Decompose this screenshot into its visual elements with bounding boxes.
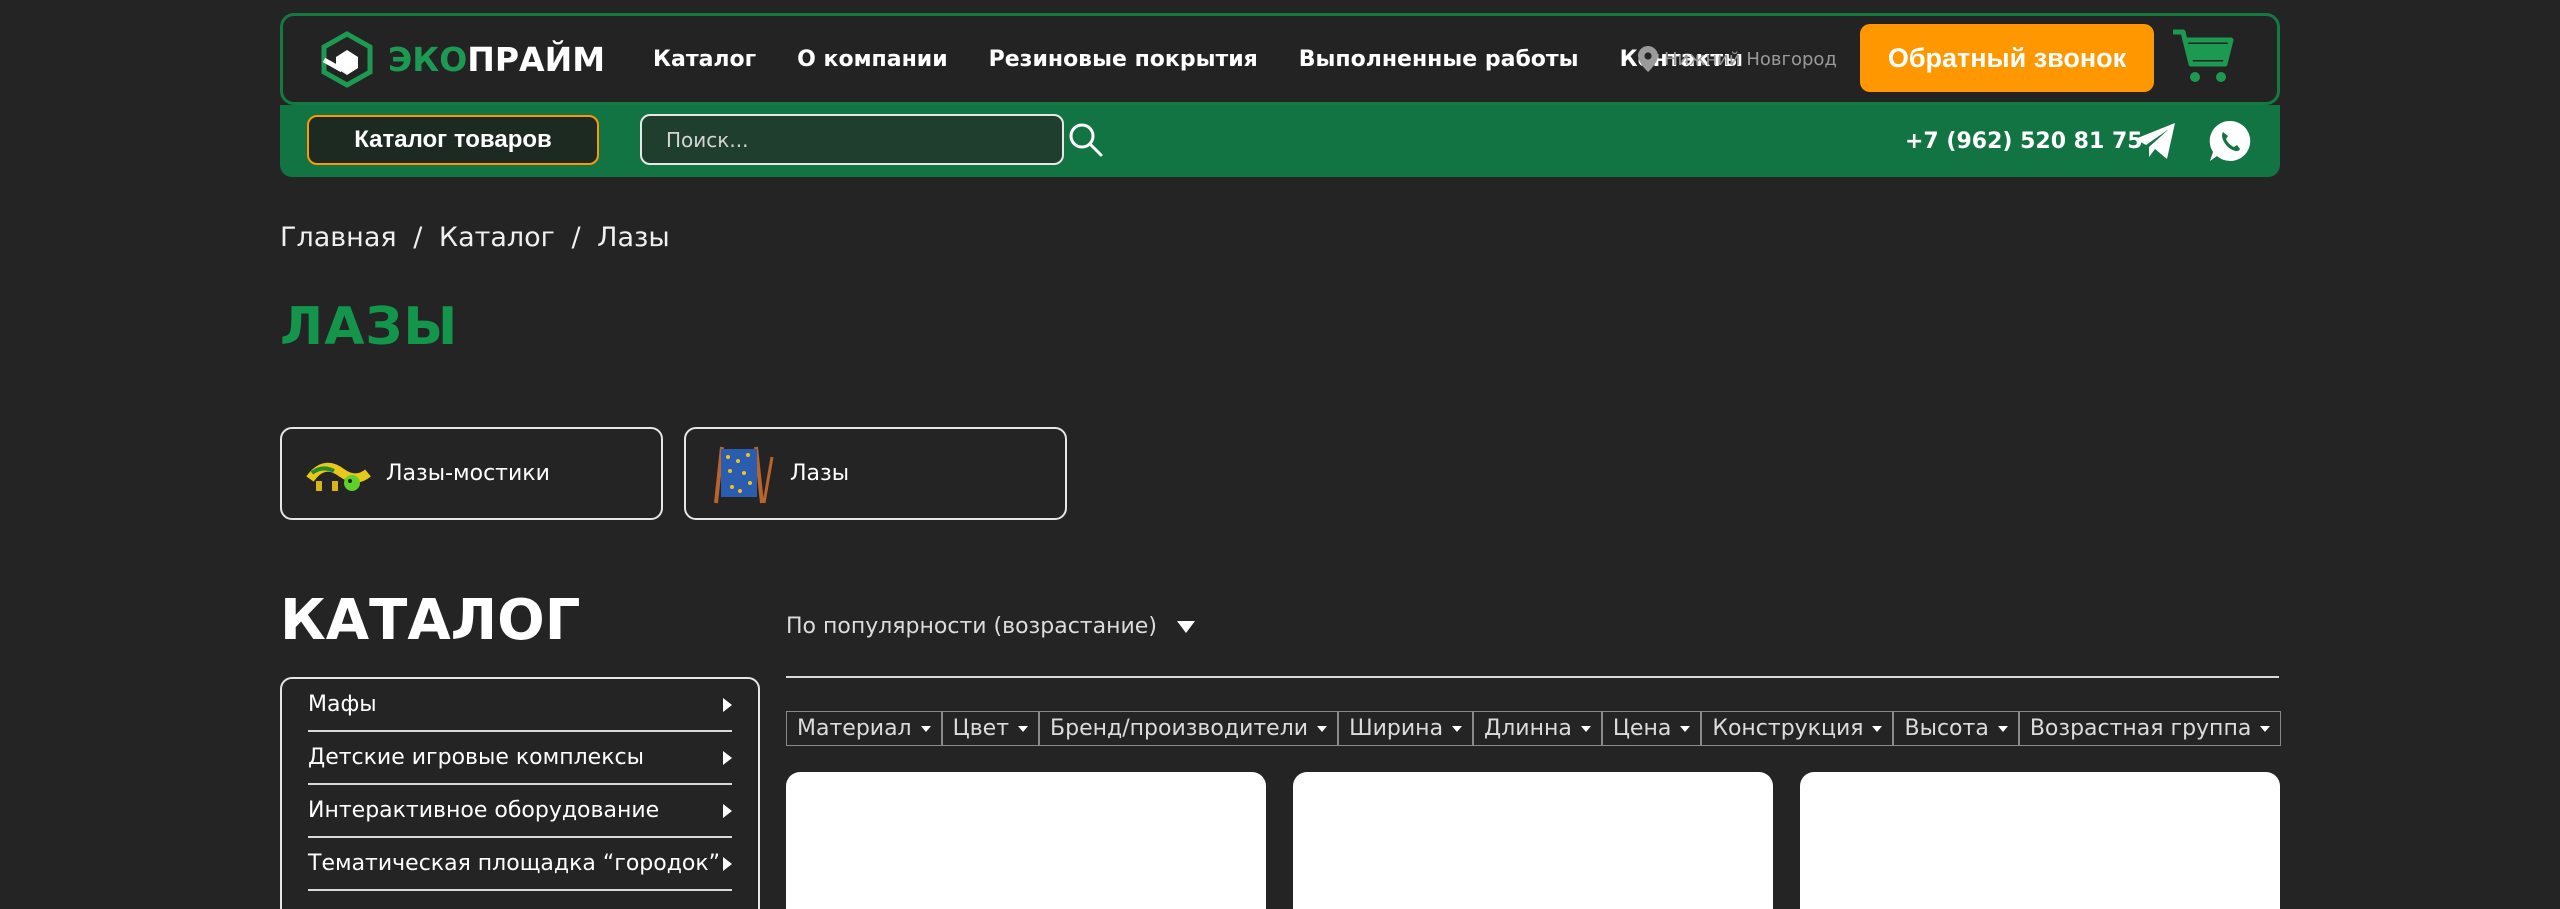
catalog-products-button[interactable]: Каталог товаров — [307, 115, 599, 165]
breadcrumb-home[interactable]: Главная — [280, 222, 397, 253]
caret-down-icon — [1018, 725, 1029, 732]
caret-down-icon — [2260, 725, 2271, 732]
chevron-right-icon — [723, 750, 732, 765]
bridge-climber-image — [306, 462, 371, 491]
filter-age-group[interactable]: Возрастная группа — [2018, 711, 2282, 746]
filter-construction[interactable]: Конструкция — [1701, 711, 1894, 746]
subcategory-label: Лазы — [790, 461, 850, 486]
filter-color[interactable]: Цвет — [941, 711, 1040, 746]
sidebar-item-mafs[interactable]: Мафы — [308, 679, 732, 732]
sidebar-item-play-complexes[interactable]: Детские игровые комплексы — [308, 732, 732, 785]
sort-dropdown[interactable]: По популярности (возрастание) — [786, 614, 1195, 639]
product-card[interactable] — [786, 772, 1266, 909]
sidebar-item-interactive-equipment[interactable]: Интерактивное оборудование — [308, 785, 732, 838]
breadcrumb-catalog[interactable]: Каталог — [439, 222, 555, 253]
filter-width[interactable]: Ширина — [1338, 711, 1474, 746]
site-logo[interactable]: ЭКОПРАЙМ — [318, 30, 605, 88]
filter-length[interactable]: Длинна — [1473, 711, 1602, 746]
nav-rubber-coatings[interactable]: Резиновые покрытия — [989, 47, 1258, 72]
logo-text-eco: ЭКО — [388, 39, 468, 79]
location-pin-icon — [1638, 46, 1658, 72]
caret-down-icon — [920, 725, 931, 732]
city-selector[interactable]: Нижний Новгород — [1638, 16, 1837, 102]
subcategory-label: Лазы-мостики — [386, 461, 550, 486]
nav-about[interactable]: О компании — [797, 47, 947, 72]
search-input[interactable] — [640, 114, 1064, 165]
city-name: Нижний Новгород — [1664, 48, 1837, 70]
sort-label: По популярности (возрастание) — [786, 614, 1157, 639]
breadcrumb-separator: / — [413, 222, 423, 253]
filter-label: Цвет — [952, 716, 1010, 741]
filter-label: Длинна — [1484, 716, 1572, 741]
header-bottom-bar: Каталог товаров +7 (962) 520 81 75 — [280, 105, 2280, 177]
filter-label: Цена — [1612, 716, 1672, 741]
filter-material[interactable]: Материал — [786, 711, 942, 746]
caret-down-icon — [1680, 725, 1691, 732]
callback-button[interactable]: Обратный звонок — [1860, 24, 2154, 92]
filter-label: Ширина — [1349, 716, 1444, 741]
caret-down-icon — [1580, 725, 1591, 732]
sidebar-item-label: Тематическая площадка “городок” — [308, 851, 721, 876]
sidebar-item-label: Детские игровые комплексы — [308, 745, 644, 770]
filter-brand[interactable]: Бренд/производители — [1039, 711, 1339, 746]
filter-price[interactable]: Цена — [1601, 711, 1702, 746]
breadcrumb-separator: / — [571, 222, 581, 253]
page-title: ЛАЗЫ — [280, 297, 459, 357]
caret-down-icon — [1997, 725, 2008, 732]
filter-bar: Материал Цвет Бренд/производители Ширина… — [786, 711, 2282, 746]
caret-down-icon — [1176, 620, 1195, 633]
chevron-right-icon — [723, 856, 732, 871]
logo-mark-icon — [321, 31, 373, 88]
chevron-right-icon — [723, 803, 732, 818]
product-card[interactable] — [1293, 772, 1773, 909]
logo-text-prime: ПРАЙМ — [467, 39, 606, 79]
sort-divider — [786, 676, 2279, 678]
nav-completed-works[interactable]: Выполненные работы — [1299, 47, 1579, 72]
logo-text: ЭКОПРАЙМ — [388, 40, 605, 79]
cart-icon[interactable] — [2171, 26, 2235, 86]
product-card[interactable] — [1800, 772, 2280, 909]
caret-down-icon — [1452, 725, 1463, 732]
chevron-right-icon — [723, 697, 732, 712]
main-nav: Каталог О компании Резиновые покрытия Вы… — [653, 16, 1784, 102]
filter-label: Конструкция — [1712, 716, 1864, 741]
telegram-icon[interactable] — [2133, 121, 2177, 161]
filter-height[interactable]: Высота — [1893, 711, 2019, 746]
filter-label: Бренд/производители — [1050, 716, 1309, 741]
nav-catalog[interactable]: Каталог — [653, 47, 756, 72]
header-top-bar: ЭКОПРАЙМ Каталог О компании Резиновые по… — [280, 13, 2280, 105]
phone-number[interactable]: +7 (962) 520 81 75 — [1905, 105, 2143, 177]
catalog-heading: КАТАЛОГ — [280, 588, 581, 653]
catalog-sidebar: Мафы Детские игровые комплексы Интеракти… — [280, 677, 760, 909]
filter-label: Материал — [797, 716, 912, 741]
whatsapp-icon[interactable] — [2208, 119, 2252, 163]
breadcrumb: Главная / Каталог / Лазы — [280, 222, 678, 253]
sidebar-item-label: Мафы — [308, 692, 377, 717]
sidebar-item-label: Интерактивное оборудование — [308, 798, 660, 823]
climbing-frame-image — [714, 446, 774, 503]
subcategory-card-bridges[interactable]: Лазы-мостики — [280, 427, 663, 520]
caret-down-icon — [1317, 725, 1328, 732]
caret-down-icon — [1872, 725, 1883, 732]
filter-label: Высота — [1904, 716, 1989, 741]
search-icon[interactable] — [1068, 122, 1104, 158]
subcategory-card-climbers[interactable]: Лазы — [684, 427, 1067, 520]
breadcrumb-current: Лазы — [597, 222, 670, 253]
filter-label: Возрастная группа — [2029, 716, 2252, 741]
sidebar-item-themed-town[interactable]: Тематическая площадка “городок” — [308, 838, 732, 891]
